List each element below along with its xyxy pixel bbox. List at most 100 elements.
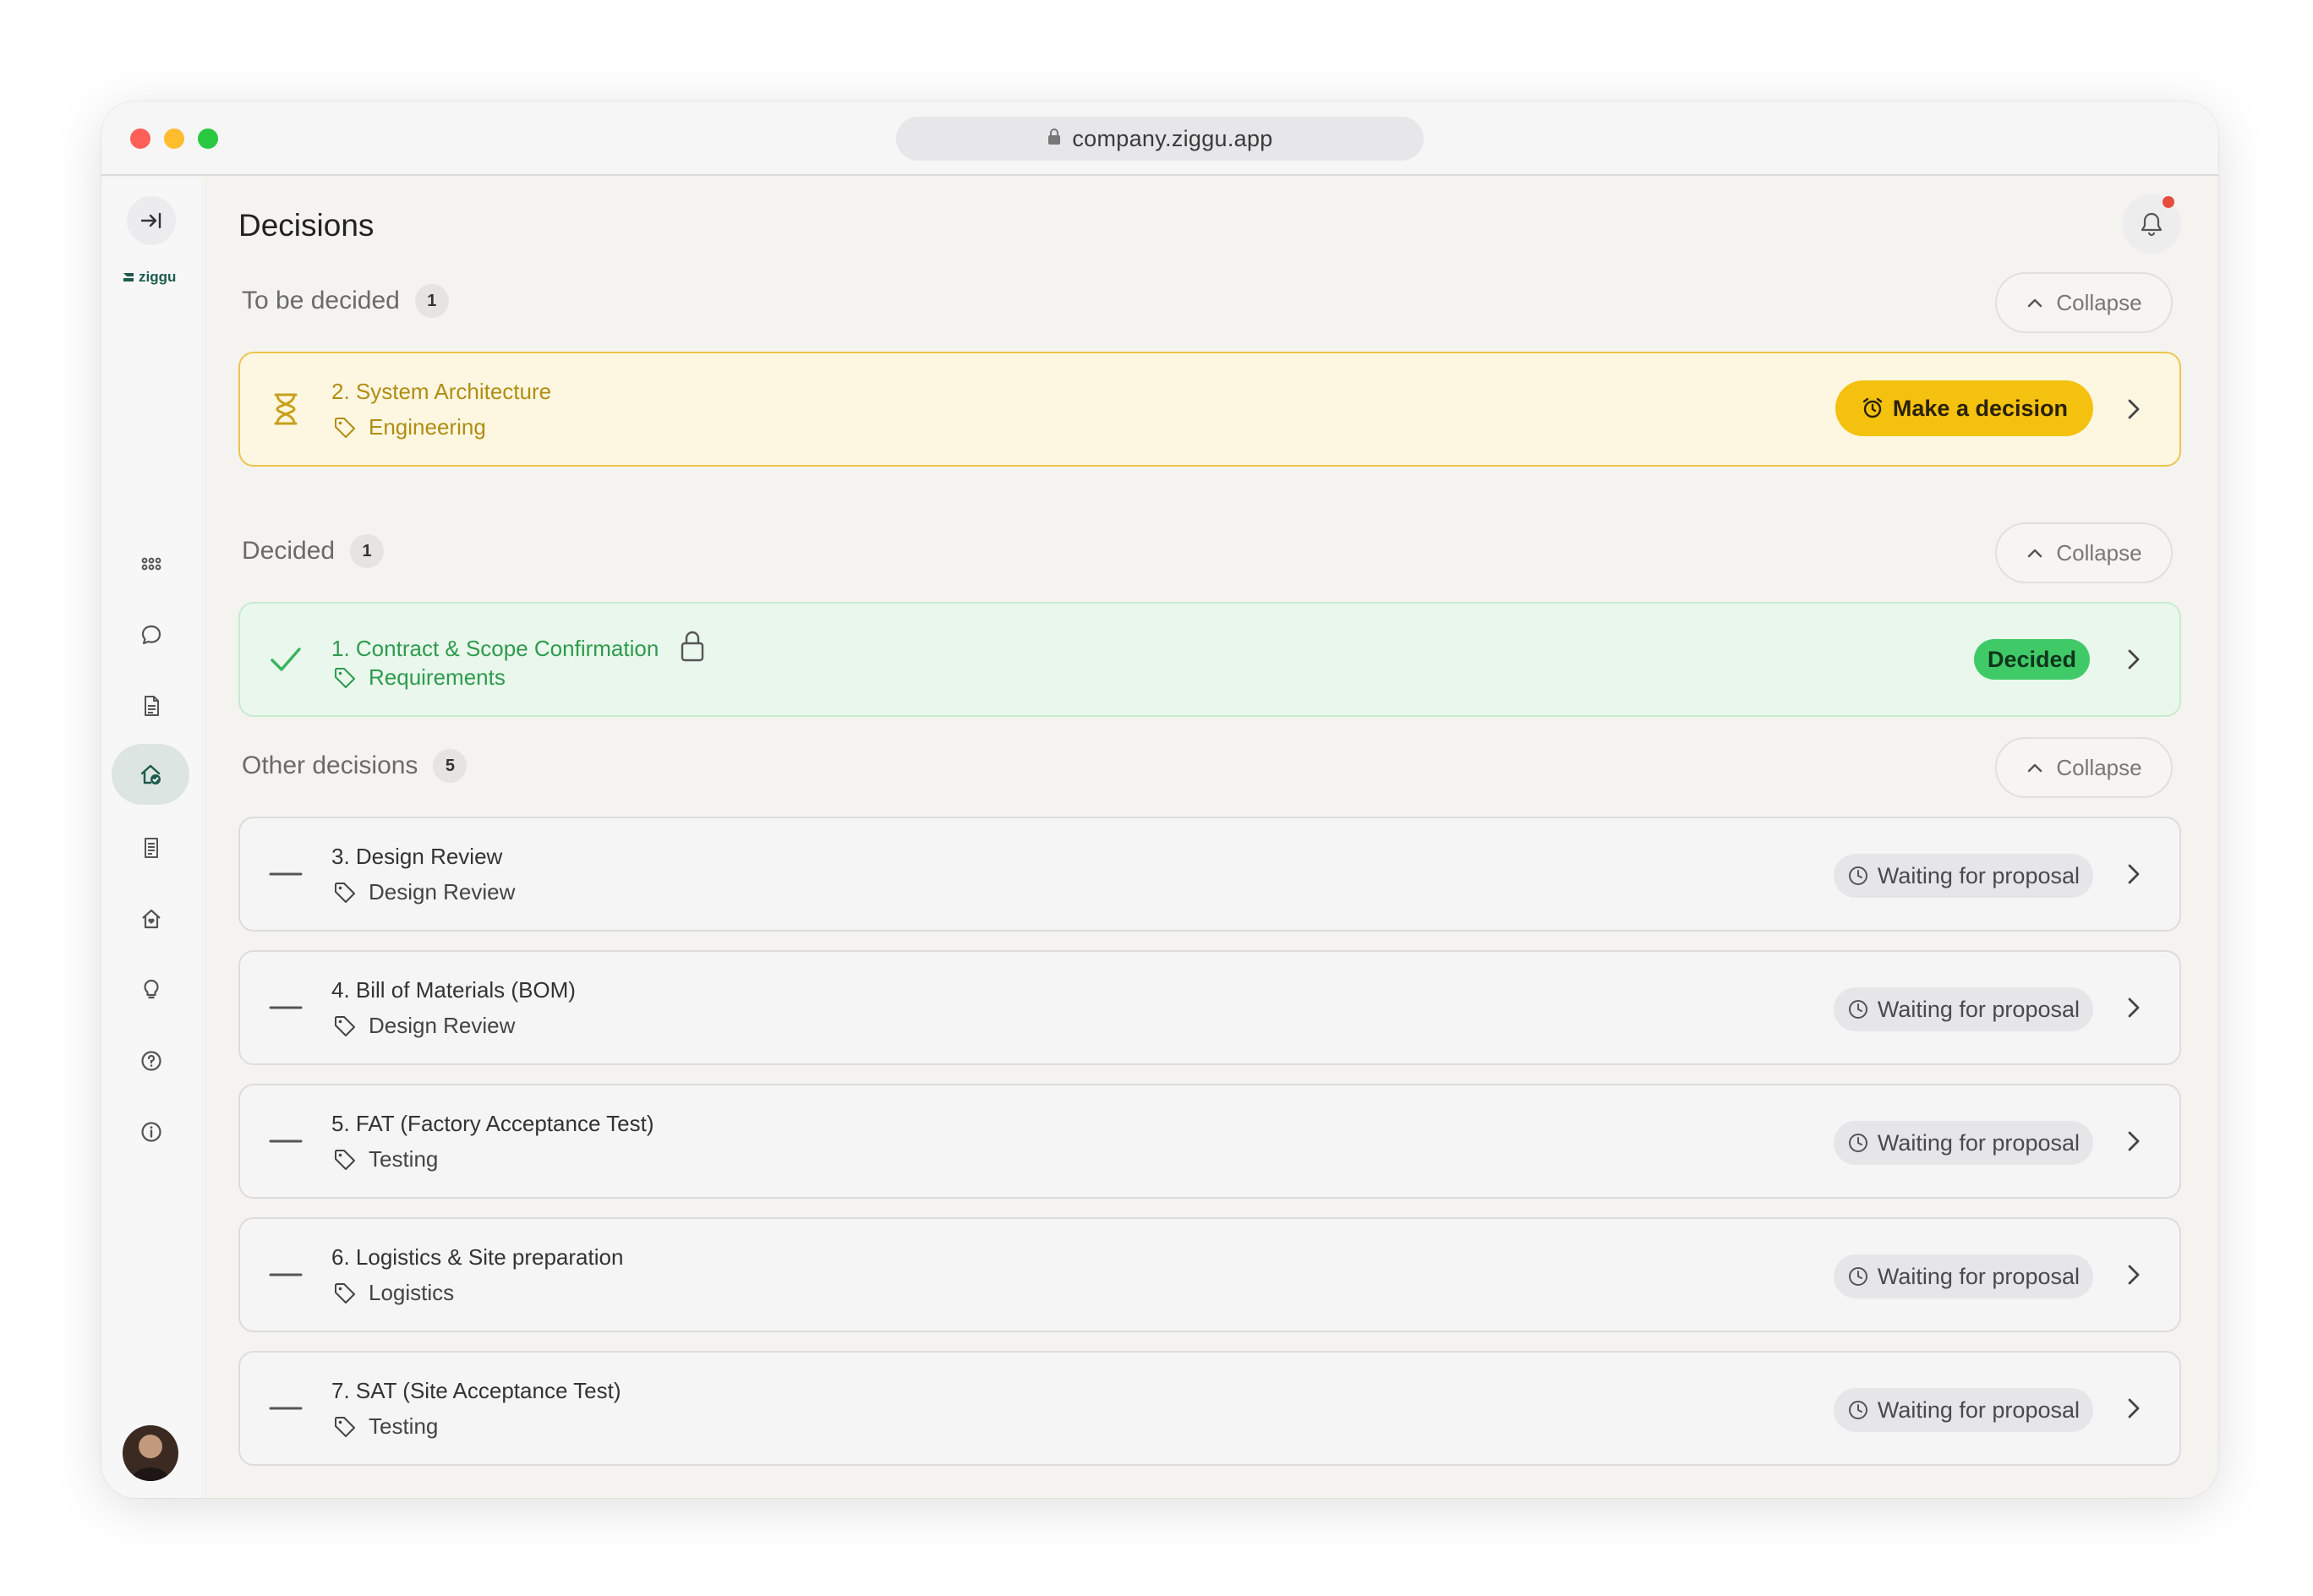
browser-window: company.ziggu.app ziggu Decisions To be … bbox=[101, 101, 2218, 1498]
alarm-clock-icon bbox=[1862, 397, 1883, 418]
decision-tag: Logistics bbox=[333, 1280, 454, 1306]
decision-title: 2. System Architecture bbox=[331, 379, 552, 404]
status-badge: Waiting for proposal bbox=[1833, 1388, 2093, 1432]
document-icon bbox=[145, 696, 159, 716]
ziggu-logo-icon bbox=[123, 273, 134, 281]
status-badge: Waiting for proposal bbox=[1833, 1254, 2093, 1298]
collapse-decided-button[interactable]: Collapse bbox=[1995, 522, 2173, 583]
decision-card-contract-scope[interactable]: 1. Contract & Scope Confirmation Require… bbox=[238, 602, 2181, 717]
sidebar-item-messages[interactable] bbox=[127, 610, 176, 659]
sidebar-item-home[interactable] bbox=[127, 894, 176, 943]
hourglass-icon bbox=[267, 391, 304, 428]
lock-icon bbox=[1047, 126, 1062, 152]
section-label: Other decisions bbox=[242, 752, 418, 779]
status-label: Waiting for proposal bbox=[1877, 1396, 2080, 1423]
browser-titlebar: company.ziggu.app bbox=[101, 101, 2218, 176]
section-count: 1 bbox=[350, 534, 385, 568]
minimize-window-button[interactable] bbox=[164, 128, 184, 149]
decision-card[interactable]: 6. Logistics & Site preparation Logistic… bbox=[238, 1217, 2181, 1332]
chevron-up-icon bbox=[2028, 298, 2042, 308]
decision-card[interactable]: 3. Design Review Design Review Waiting f… bbox=[238, 817, 2181, 932]
chevron-right-icon[interactable] bbox=[2119, 644, 2149, 675]
status-label: Waiting for proposal bbox=[1877, 1129, 2080, 1156]
collapse-to-be-decided-button[interactable]: Collapse bbox=[1995, 272, 2173, 333]
notifications-button[interactable] bbox=[2122, 194, 2181, 254]
collapse-label: Collapse bbox=[2056, 289, 2142, 315]
decision-title: 7. SAT (Site Acceptance Test) bbox=[331, 1378, 621, 1403]
decision-card[interactable]: 5. FAT (Factory Acceptance Test) Testing… bbox=[238, 1084, 2181, 1199]
url-text: company.ziggu.app bbox=[1072, 125, 1273, 151]
dash-icon bbox=[267, 1256, 304, 1293]
lightbulb-icon bbox=[144, 979, 159, 999]
tag-icon bbox=[335, 417, 355, 438]
chevron-right-icon[interactable] bbox=[2119, 1260, 2149, 1290]
section-count: 5 bbox=[433, 749, 468, 783]
chevron-right-icon[interactable] bbox=[2119, 394, 2149, 424]
make-decision-label: Make a decision bbox=[1892, 395, 2068, 421]
status-label: Waiting for proposal bbox=[1877, 996, 2080, 1022]
expand-sidebar-button[interactable] bbox=[127, 196, 176, 245]
status-badge: Waiting for proposal bbox=[1833, 854, 2093, 898]
chevron-right-icon[interactable] bbox=[2119, 1393, 2149, 1424]
tag-icon bbox=[335, 882, 355, 903]
chat-icon bbox=[141, 625, 161, 645]
sidebar-item-decisions[interactable] bbox=[112, 744, 189, 805]
tag-label: Design Review bbox=[369, 879, 516, 905]
address-bar[interactable]: company.ziggu.app bbox=[896, 117, 1424, 161]
apps-grid-icon bbox=[141, 557, 161, 571]
sidebar-item-documents[interactable] bbox=[127, 681, 176, 730]
page-title: Decisions bbox=[238, 208, 375, 243]
close-window-button[interactable] bbox=[130, 128, 150, 149]
chevron-up-icon bbox=[2028, 763, 2042, 773]
clock-icon bbox=[1848, 1267, 1867, 1286]
tag-label: Testing bbox=[369, 1146, 439, 1172]
clock-icon bbox=[1848, 1000, 1867, 1019]
status-badge: Waiting for proposal bbox=[1833, 987, 2093, 1031]
decision-card[interactable]: 4. Bill of Materials (BOM) Design Review… bbox=[238, 950, 2181, 1065]
padlock-icon bbox=[679, 629, 706, 669]
sidebar-item-reports[interactable] bbox=[127, 823, 176, 872]
collapse-other-decisions-button[interactable]: Collapse bbox=[1995, 737, 2173, 798]
tag-label: Testing bbox=[369, 1413, 439, 1439]
section-count: 1 bbox=[414, 284, 449, 318]
decision-tag: Engineering bbox=[333, 414, 486, 440]
section-label: To be decided bbox=[242, 287, 400, 314]
decision-tag: Requirements bbox=[333, 664, 506, 691]
decision-title: 5. FAT (Factory Acceptance Test) bbox=[331, 1111, 654, 1136]
sidebar-item-help[interactable] bbox=[127, 1036, 176, 1085]
decision-title: 1. Contract & Scope Confirmation bbox=[331, 629, 706, 669]
chevron-up-icon bbox=[2028, 549, 2042, 558]
decision-card[interactable]: 7. SAT (Site Acceptance Test) Testing Wa… bbox=[238, 1351, 2181, 1466]
sidebar-item-apps[interactable] bbox=[127, 539, 176, 588]
decision-tag: Testing bbox=[333, 1413, 438, 1440]
collapse-label: Collapse bbox=[2056, 754, 2142, 780]
decision-card-system-architecture[interactable]: 2. System Architecture Engineering Make … bbox=[238, 352, 2181, 467]
sidebar-item-info[interactable] bbox=[127, 1107, 176, 1156]
make-a-decision-button[interactable]: Make a decision bbox=[1835, 380, 2093, 436]
section-header-decided: Decided 1 bbox=[242, 534, 385, 568]
tag-label: Design Review bbox=[369, 1013, 516, 1038]
sidebar: ziggu bbox=[101, 178, 201, 1498]
user-avatar[interactable] bbox=[123, 1425, 178, 1481]
collapse-label: Collapse bbox=[2056, 539, 2142, 566]
dash-icon bbox=[267, 989, 304, 1026]
main-content: Decisions To be decided 1 Collapse 2. Sy… bbox=[201, 178, 2218, 1498]
decision-tag: Design Review bbox=[333, 1013, 515, 1039]
tag-icon bbox=[335, 667, 355, 688]
chevron-right-icon[interactable] bbox=[2119, 1126, 2149, 1156]
logo-text: ziggu bbox=[139, 269, 177, 285]
list-document-icon bbox=[145, 838, 158, 858]
ziggu-logo[interactable]: ziggu bbox=[122, 269, 176, 286]
status-badge: Waiting for proposal bbox=[1833, 1121, 2093, 1165]
chevron-right-icon[interactable] bbox=[2119, 992, 2149, 1023]
home-heart-icon bbox=[142, 909, 161, 929]
checkmark-icon bbox=[267, 641, 304, 678]
maximize-window-button[interactable] bbox=[198, 128, 218, 149]
notification-dot bbox=[2163, 196, 2174, 208]
arrow-to-right-icon bbox=[140, 212, 161, 229]
dash-icon bbox=[267, 855, 304, 893]
sidebar-item-ideas[interactable] bbox=[127, 965, 176, 1014]
tag-icon bbox=[335, 1149, 355, 1170]
decision-title: 3. Design Review bbox=[331, 844, 503, 869]
chevron-right-icon[interactable] bbox=[2119, 859, 2149, 889]
